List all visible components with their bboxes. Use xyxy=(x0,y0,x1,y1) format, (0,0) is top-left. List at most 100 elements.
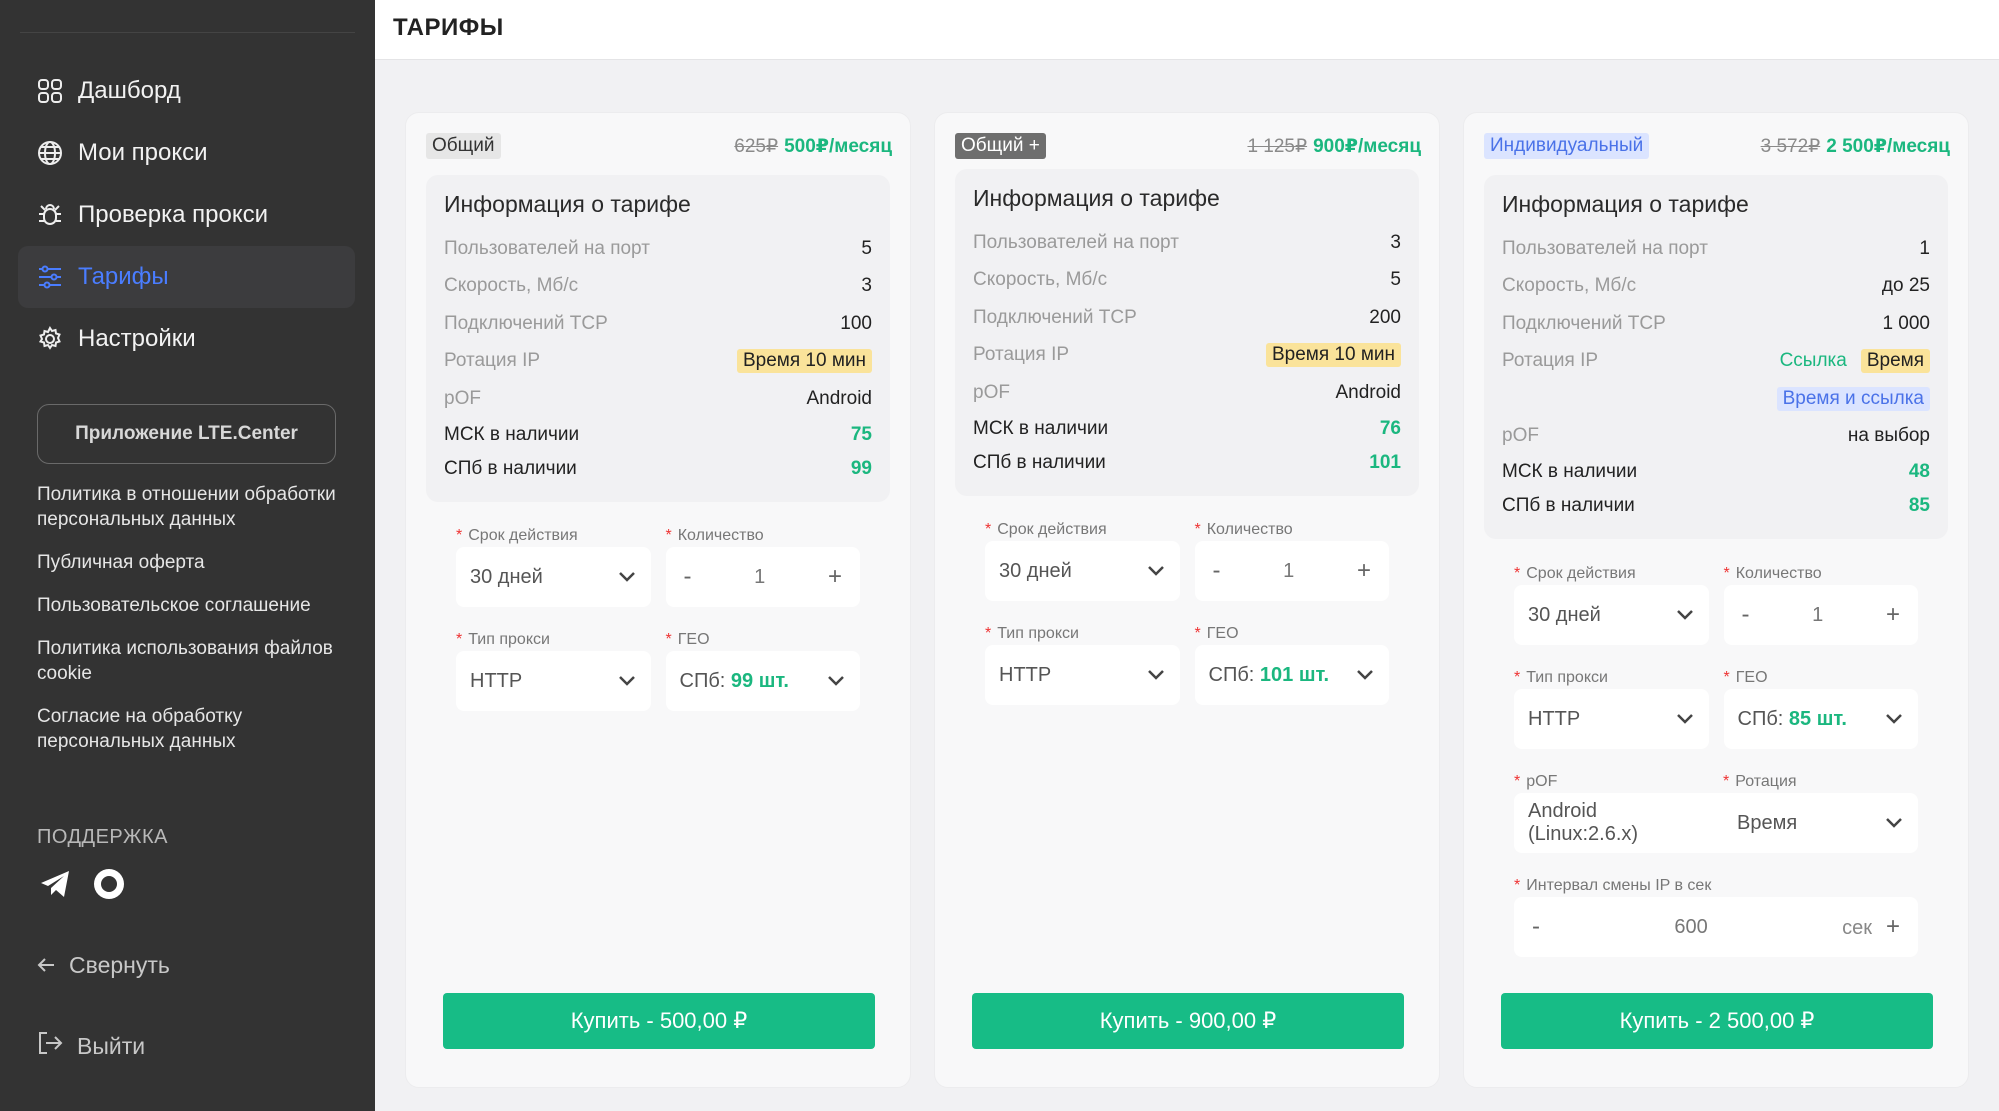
buy-button[interactable]: Купить - 500,00 ₽ xyxy=(443,993,875,1049)
row-value: 5 xyxy=(861,237,872,259)
proxy-type-value: HTTP xyxy=(1528,707,1581,730)
row-value: 1 xyxy=(1919,237,1930,259)
lte-center-app-button[interactable]: Приложение LTE.Center xyxy=(37,404,336,464)
pof-label: * pOF xyxy=(1514,773,1558,790)
pof-value: Android (Linux:2.6.x) xyxy=(1528,800,1639,845)
row-key: Скорость, Мб/с xyxy=(444,275,579,297)
row-key: Подключений TCP xyxy=(444,312,608,334)
support-icons xyxy=(37,866,127,902)
sidebar-item-dashboard[interactable]: Дашборд xyxy=(18,60,355,122)
row-speed: Скорость, Мб/с 5 xyxy=(973,262,1401,300)
link-cookie-policy[interactable]: Политика использования файлов cookie xyxy=(37,636,337,686)
decrement-button[interactable]: - xyxy=(684,563,692,591)
decrement-button[interactable]: - xyxy=(1532,913,1540,941)
row-value: 99 xyxy=(850,457,872,479)
collapse-button[interactable]: Свернуть xyxy=(37,952,170,979)
row-key: pOF xyxy=(1502,425,1539,447)
row-key: pOF xyxy=(973,381,1010,403)
term-value: 30 дней xyxy=(999,559,1072,582)
interval-stepper: - 600 сек + xyxy=(1514,897,1918,957)
sidebar-item-label: Проверка прокси xyxy=(78,201,269,228)
link-privacy-policy[interactable]: Политика в отношении обработки персональ… xyxy=(37,482,337,532)
increment-button[interactable]: + xyxy=(1357,557,1371,585)
old-price: 1 125₽ xyxy=(1247,135,1308,157)
proxy-type-label: * Тип прокси xyxy=(985,625,1079,642)
link-public-offer[interactable]: Публичная оферта xyxy=(37,550,337,575)
decrement-button[interactable]: - xyxy=(1213,557,1221,585)
geo-select[interactable]: СПб: 85 шт. xyxy=(1723,689,1918,749)
link-user-agreement[interactable]: Пользовательское соглашение xyxy=(37,593,337,618)
geo-label: * ГЕО xyxy=(665,631,710,648)
rotation-value: Время xyxy=(1737,811,1798,834)
interval-value[interactable]: 600 xyxy=(1674,916,1707,939)
term-select[interactable]: 30 дней xyxy=(456,547,651,607)
increment-button[interactable]: + xyxy=(828,563,842,591)
row-tcp: Подключений TCP 100 xyxy=(444,305,872,343)
quantity-value[interactable]: 1 xyxy=(754,566,765,589)
term-select[interactable]: 30 дней xyxy=(985,541,1180,601)
sidebar-item-settings[interactable]: Настройки xyxy=(18,308,355,370)
row-tcp: Подключений TCP 1 000 xyxy=(1502,305,1930,343)
chevron-down-icon xyxy=(1884,813,1904,833)
term-select[interactable]: 30 дней xyxy=(1514,585,1709,645)
pof-input[interactable]: Android (Linux:2.6.x) xyxy=(1514,793,1723,853)
row-key: МСК в наличии xyxy=(1502,461,1638,482)
row-key: Скорость, Мб/с xyxy=(1502,275,1637,297)
term-value: 30 дней xyxy=(1528,603,1601,626)
sliders-icon xyxy=(36,263,64,291)
geo-select[interactable]: СПб: 101 шт. xyxy=(1194,645,1389,705)
row-value: 48 xyxy=(1908,461,1930,482)
new-price: 500₽/месяц xyxy=(784,135,892,157)
collapse-label: Свернуть xyxy=(69,952,170,978)
row-rotation: Ротация IP Время 10 мин xyxy=(444,343,872,381)
sidebar-nav: Дашборд Мои прокси Проверка прокси Тариф… xyxy=(18,60,355,370)
card-header: Общий + 1 125₽ 900₽/месяц xyxy=(955,131,1421,161)
interval-unit: сек xyxy=(1842,917,1872,939)
buy-button[interactable]: Купить - 900,00 ₽ xyxy=(972,993,1404,1049)
term-label: * Срок действия xyxy=(985,521,1107,538)
quantity-stepper: - 1 + xyxy=(1723,585,1918,645)
term-label: * Срок действия xyxy=(1514,565,1636,582)
row-rotation-extra: Время и ссылка xyxy=(1502,380,1930,418)
buy-button[interactable]: Купить - 2 500,00 ₽ xyxy=(1501,993,1933,1049)
geo-count: 85 шт. xyxy=(1788,707,1847,730)
row-spb-stock: СПб в наличии 85 xyxy=(1502,489,1930,523)
row-value: 76 xyxy=(1379,417,1401,439)
row-key: Пользователей на порт xyxy=(444,237,650,259)
card-header: Общий 625₽ 500₽/месяц xyxy=(426,131,892,161)
chat-icon[interactable] xyxy=(91,866,127,902)
proxy-type-value: HTTP xyxy=(999,663,1052,686)
rotation-label: * Ротация xyxy=(1723,773,1797,790)
row-speed: Скорость, Мб/с до 25 xyxy=(1502,268,1930,306)
telegram-icon[interactable] xyxy=(37,866,73,902)
sidebar-item-my-proxies[interactable]: Мои прокси xyxy=(18,122,355,184)
proxy-type-select[interactable]: HTTP xyxy=(456,651,651,711)
row-tcp: Подключений TCP 200 xyxy=(973,299,1401,337)
increment-button[interactable]: + xyxy=(1886,913,1900,940)
row-key: pOF xyxy=(444,387,481,409)
rotation-select[interactable]: Время xyxy=(1723,793,1918,853)
proxy-type-select[interactable]: HTTP xyxy=(1514,689,1709,749)
tariff-info-title: Информация о тарифе xyxy=(1502,191,1749,217)
sidebar-links: Политика в отношении обработки персональ… xyxy=(37,482,337,772)
plan-badge: Общий + xyxy=(955,133,1046,159)
quantity-value[interactable]: 1 xyxy=(1812,604,1823,627)
row-key: Пользователей на порт xyxy=(973,231,1179,253)
row-pof: pOF Android xyxy=(444,380,872,418)
sidebar-item-proxy-check[interactable]: Проверка прокси xyxy=(18,184,355,246)
row-value: 85 xyxy=(1908,495,1930,516)
proxy-type-select[interactable]: HTTP xyxy=(985,645,1180,705)
logout-button[interactable]: Выйти xyxy=(37,1030,145,1062)
geo-select[interactable]: СПб: 99 шт. xyxy=(665,651,860,711)
quantity-value[interactable]: 1 xyxy=(1283,560,1294,583)
decrement-button[interactable]: - xyxy=(1742,601,1750,629)
term-label: * Срок действия xyxy=(456,527,578,544)
row-users-per-port: Пользователей на порт 5 xyxy=(444,230,872,268)
link-data-consent[interactable]: Согласие на обработку персональных данны… xyxy=(37,704,337,754)
chevron-down-icon xyxy=(617,567,637,587)
row-users-per-port: Пользователей на порт 3 xyxy=(973,224,1401,262)
sidebar-item-tariffs[interactable]: Тарифы xyxy=(18,246,355,308)
increment-button[interactable]: + xyxy=(1886,601,1900,629)
row-key: Ротация IP xyxy=(444,350,541,372)
qty-label: * Количество xyxy=(1723,565,1822,582)
